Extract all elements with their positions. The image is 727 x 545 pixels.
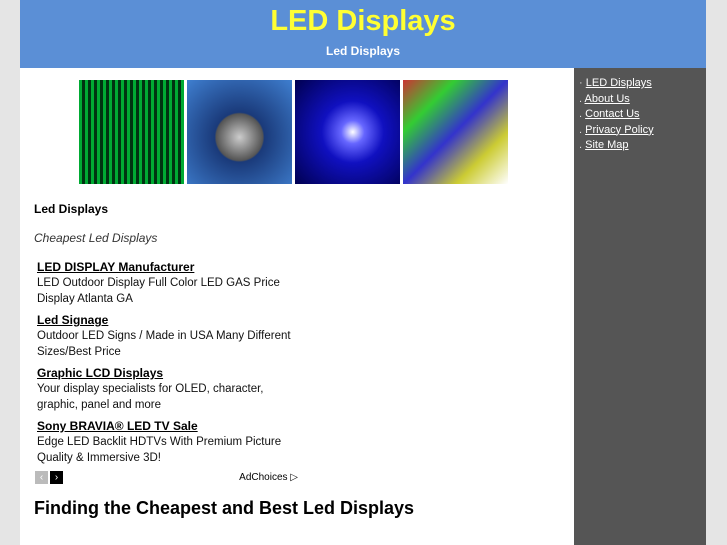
ad-item: LED DISPLAY Manufacturer LED Outdoor Disp… xyxy=(37,259,307,312)
colorful-led-image xyxy=(403,80,508,184)
sidebar-item: · LED Displays xyxy=(579,77,652,89)
sidebar: · LED Displays . About Us . Contact Us .… xyxy=(574,68,706,545)
ad-link[interactable]: Sony BRAVIA® LED TV Sale xyxy=(37,418,307,434)
site-subtitle: Led Displays xyxy=(325,44,401,58)
sidebar-item: . Privacy Policy xyxy=(579,123,654,136)
ad-navigation: ‹ › AdChoices ▷ xyxy=(35,471,300,484)
ad-link[interactable]: Led Signage xyxy=(37,312,307,328)
main-content: Led Displays Cheapest Led Displays LED D… xyxy=(34,68,564,518)
ad-link[interactable]: LED DISPLAY Manufacturer xyxy=(37,259,307,275)
ad-item: Led Signage Outdoor LED Signs / Made in U… xyxy=(37,312,307,365)
tagline: Cheapest Led Displays xyxy=(34,231,158,245)
sidebar-link-site-map[interactable]: Site Map xyxy=(585,139,628,151)
sidebar-link-led-displays[interactable]: LED Displays xyxy=(586,77,652,89)
sidebar-item: . About Us xyxy=(579,92,630,105)
sidebar-item: . Contact Us xyxy=(579,108,640,120)
sidebar-link-about-us[interactable]: About Us xyxy=(585,93,630,105)
ad-item: Sony BRAVIA® LED TV Sale Edge LED Backlit… xyxy=(37,418,307,471)
sidebar-item: . Site Map xyxy=(579,139,629,151)
ad-text: Your display specialists for OLED, chara… xyxy=(37,383,264,411)
green-binary-image xyxy=(79,80,184,184)
article-title: Finding the Cheapest and Best Led Displa… xyxy=(34,498,415,518)
content-heading: Led Displays xyxy=(34,202,109,216)
adchoices-link[interactable]: AdChoices ▷ xyxy=(239,471,298,484)
site-title: LED Displays xyxy=(270,5,456,37)
ad-item: Graphic LCD Displays Your display special… xyxy=(37,365,307,418)
ad-text: Outdoor LED Signs / Made in USA Many Dif… xyxy=(37,330,291,358)
sidebar-link-privacy-policy[interactable]: Privacy Policy xyxy=(585,124,653,136)
ad-text: LED Outdoor Display Full Color LED GAS P… xyxy=(37,277,280,305)
header: LED Displays Led Displays xyxy=(20,0,706,68)
sidebar-link-contact-us[interactable]: Contact Us xyxy=(585,108,639,120)
ad-link[interactable]: Graphic LCD Displays xyxy=(37,365,307,381)
banner-images xyxy=(79,80,564,184)
globe-image xyxy=(187,80,292,184)
blue-burst-image xyxy=(295,80,400,184)
chevron-left-icon[interactable]: ‹ xyxy=(35,471,48,484)
page: LED Displays Led Displays Led Displays C… xyxy=(20,0,706,545)
chevron-right-icon[interactable]: › xyxy=(50,471,63,484)
ad-list: LED DISPLAY Manufacturer LED Outdoor Disp… xyxy=(37,259,307,471)
ad-text: Edge LED Backlit HDTVs With Premium Pict… xyxy=(37,436,282,464)
